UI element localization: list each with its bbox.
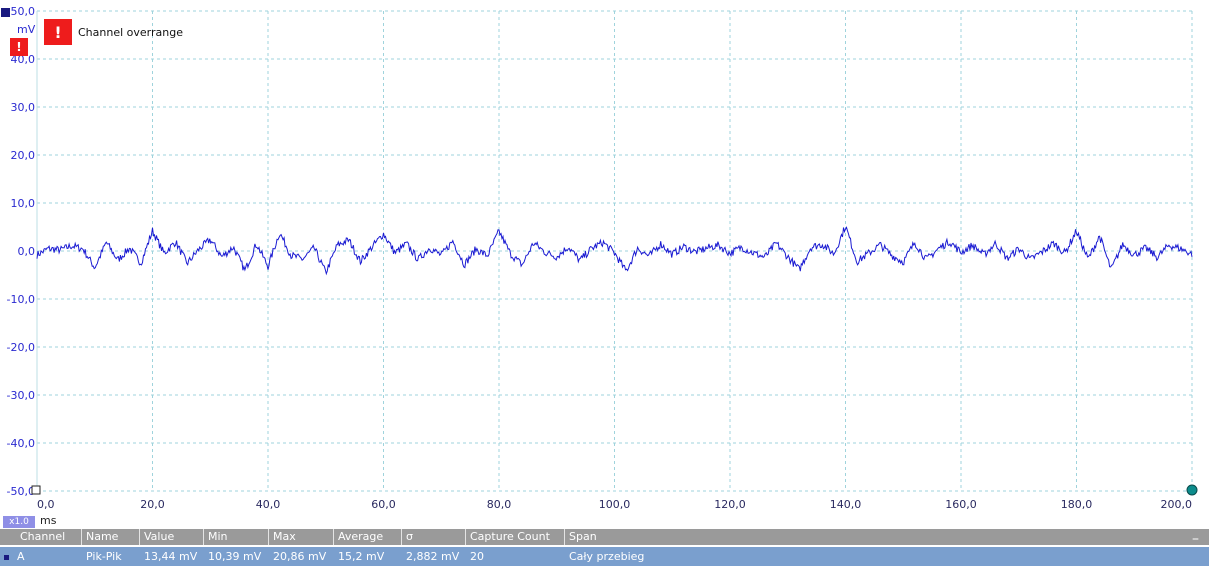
channel-a-marker-icon[interactable] [1, 8, 10, 17]
cell-max: 20,86 mV [273, 550, 327, 563]
x-tick-label: 60,0 [371, 498, 396, 511]
cell-capture-count: 20 [470, 550, 484, 563]
y-tick-label: 20,0 [11, 149, 36, 162]
x-tick-label: 80,0 [487, 498, 512, 511]
cell-span: Cały przebieg [569, 550, 645, 563]
cell-average: 15,2 mV [338, 550, 385, 563]
y-tick-label: 50,0 [11, 5, 36, 18]
x-tick-label: 40,0 [256, 498, 281, 511]
time-ruler-handle-icon[interactable] [1186, 484, 1198, 496]
x-tick-label: 120,0 [714, 498, 746, 511]
header-span[interactable]: Span [565, 529, 1209, 545]
cell-sigma: 2,882 mV [406, 550, 460, 563]
header-value[interactable]: Value [140, 529, 204, 545]
y-tick-label: 30,0 [11, 101, 36, 114]
header-min[interactable]: Min [204, 529, 269, 545]
header-average[interactable]: Average [334, 529, 402, 545]
x-unit-label: ms [40, 514, 57, 527]
x-tick-label: 140,0 [830, 498, 862, 511]
zoom-level-badge[interactable]: x1.0 [3, 516, 35, 528]
header-channel[interactable]: Channel [0, 529, 82, 545]
y-tick-label: 0,0 [18, 245, 36, 258]
warning-icon: ! [44, 19, 72, 45]
y-unit-label: mV [17, 23, 36, 36]
plot-background [0, 0, 1209, 530]
cell-min: 10,39 mV [208, 550, 262, 563]
cell-name: Pik-Pik [86, 550, 122, 563]
x-tick-label: 200,0 [1161, 498, 1193, 511]
header-sigma[interactable]: σ [402, 529, 466, 545]
measurements-table: Channel Name Value Min Max Average σ Cap… [0, 529, 1209, 567]
y-tick-label: -50,0 [7, 485, 35, 498]
y-tick-label: -40,0 [7, 437, 35, 450]
overrange-text: Channel overrange [78, 25, 183, 39]
x-tick-label: 20,0 [140, 498, 165, 511]
y-tick-label: -30,0 [7, 389, 35, 402]
header-max[interactable]: Max [269, 529, 334, 545]
axis-warning-icon[interactable]: ! [10, 38, 28, 56]
trigger-origin-marker-icon[interactable] [31, 485, 41, 495]
scope-plot[interactable]: 50,0 40,0 30,0 20,0 10,0 0,0 -10,0 -20,0 -30,0 -4… [0, 0, 1209, 530]
x-tick-label: 180,0 [1061, 498, 1093, 511]
collapse-button[interactable]: – [1192, 531, 1199, 547]
y-tick-label: 10,0 [11, 197, 36, 210]
x-tick-label: 100,0 [599, 498, 631, 511]
cell-value: 13,44 mV [144, 550, 198, 563]
cell-channel: A [0, 547, 82, 566]
measurements-header-row: Channel Name Value Min Max Average σ Cap… [0, 529, 1209, 545]
measurement-row[interactable]: A Pik-Pik 13,44 mV 10,39 mV 20,86 mV 15,… [0, 547, 1209, 566]
row-channel-marker-icon [4, 554, 9, 560]
y-tick-label: -20,0 [7, 341, 35, 354]
overrange-warning: ! Channel overrange [44, 19, 183, 45]
header-name[interactable]: Name [82, 529, 140, 545]
y-tick-label: -10,0 [7, 293, 35, 306]
x-tick-label: 0,0 [37, 498, 55, 511]
header-capture-count[interactable]: Capture Count [466, 529, 565, 545]
x-tick-label: 160,0 [945, 498, 977, 511]
